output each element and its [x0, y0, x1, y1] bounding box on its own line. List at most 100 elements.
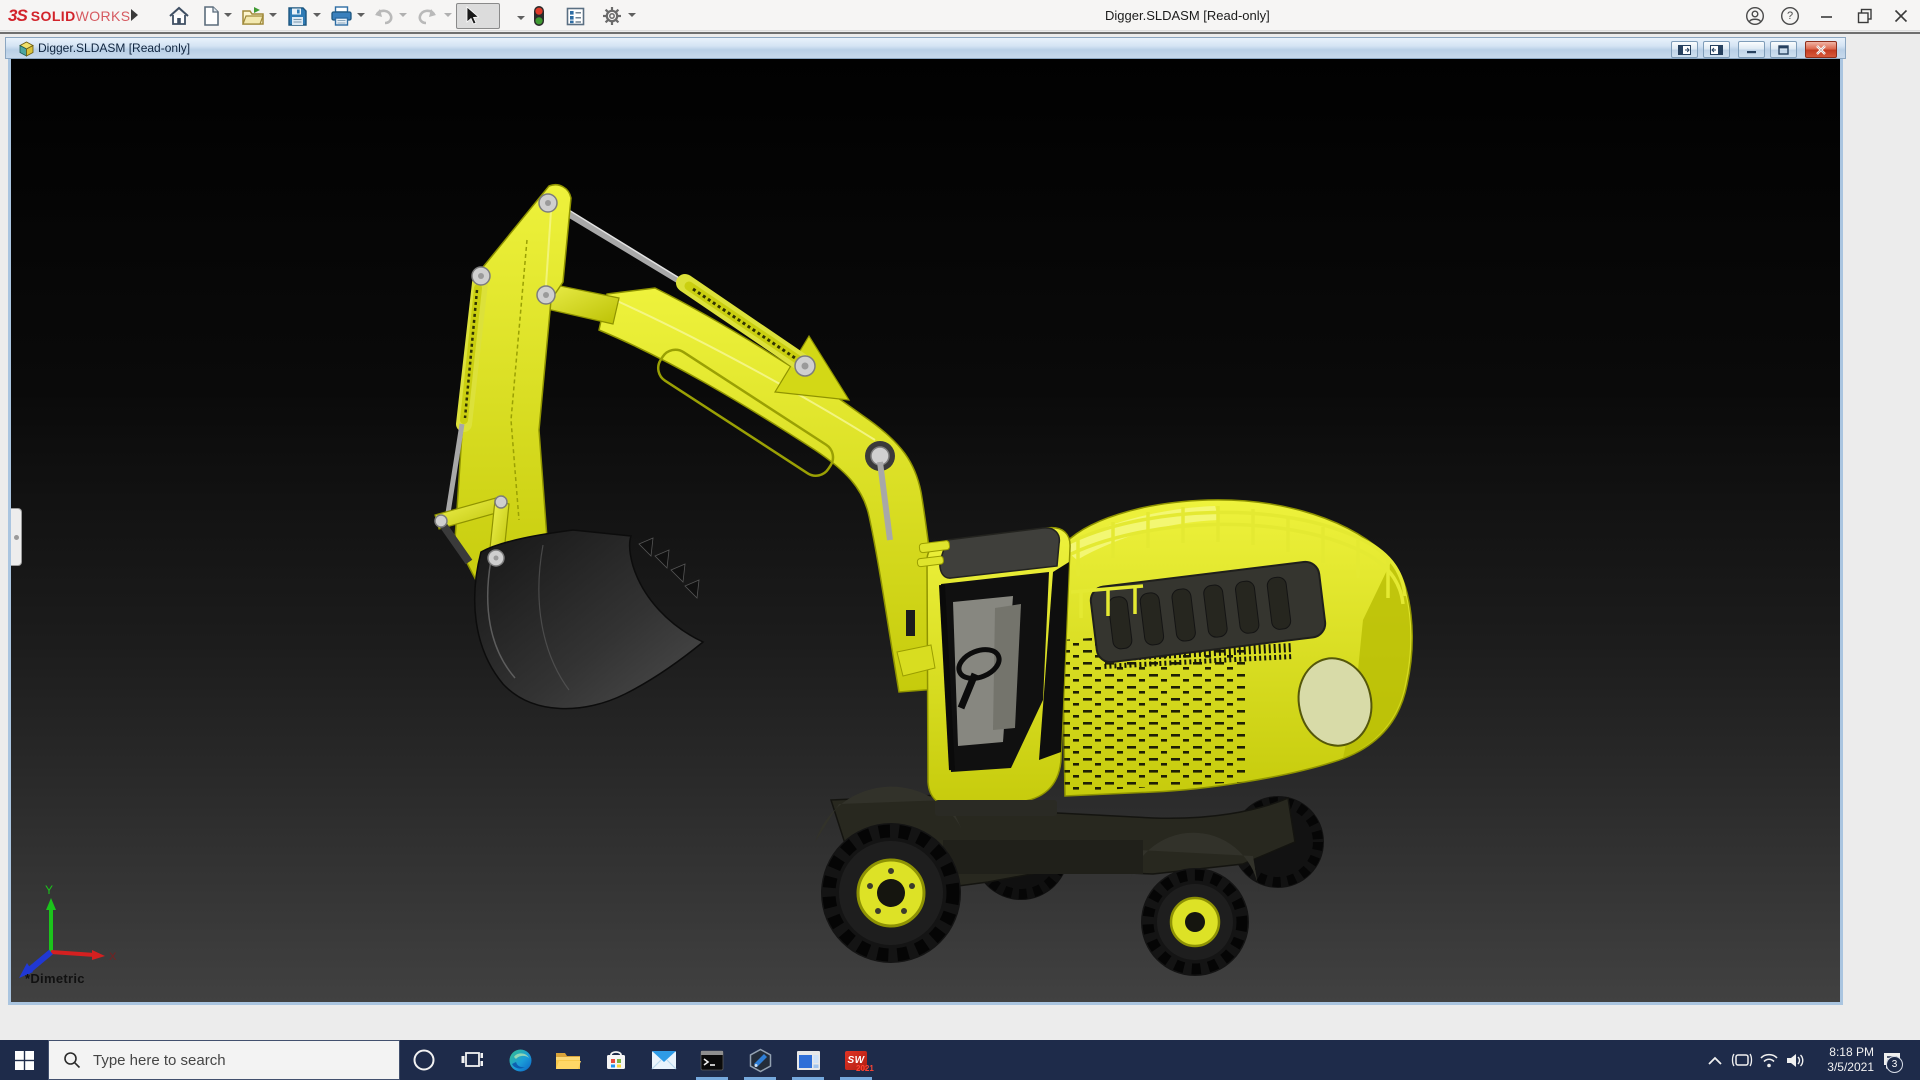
taskbar-item-3dexperience[interactable] — [736, 1040, 784, 1080]
meet-now-icon — [1731, 1053, 1753, 1067]
taskbar-item-solidworks[interactable]: SW 2021 — [832, 1040, 880, 1080]
hexagon-app-icon — [749, 1048, 771, 1072]
account-button[interactable] — [1742, 4, 1768, 28]
select-dropdown-caret[interactable] — [517, 16, 525, 20]
print-button[interactable] — [328, 3, 354, 29]
orientation-triad: Y X — [19, 883, 117, 978]
select-cursor-icon — [466, 6, 480, 25]
ds-logo-icon: 3S — [8, 6, 28, 25]
doc-restore-icon — [1778, 44, 1789, 55]
graphics-viewport[interactable]: Y X *Dimetric — [8, 59, 1843, 1005]
hydraulic-rod-upper — [553, 203, 693, 291]
close-icon — [1894, 9, 1908, 23]
taskbar-item-edge[interactable] — [496, 1040, 544, 1080]
taskbar-search[interactable] — [48, 1040, 400, 1080]
doc-close-button[interactable] — [1805, 41, 1837, 58]
new-document-icon — [204, 6, 219, 26]
undo-button[interactable] — [370, 3, 396, 29]
close-button[interactable] — [1888, 4, 1914, 28]
save-icon — [287, 6, 307, 26]
pane-left-icon — [1678, 44, 1691, 55]
solidworks-logo: 3S SOLID WORKS — [8, 5, 130, 27]
doc-minimize-button[interactable] — [1738, 41, 1765, 58]
window-app-icon — [796, 1050, 820, 1070]
select-tool-button[interactable] — [456, 3, 525, 29]
taskbar-item-cortana[interactable] — [400, 1040, 448, 1080]
open-button[interactable] — [240, 3, 266, 29]
brand-works: WORKS — [75, 8, 131, 24]
search-input[interactable] — [93, 1051, 373, 1069]
options-button[interactable] — [599, 3, 625, 29]
file-properties-button[interactable] — [562, 3, 588, 29]
titlebar-separator — [0, 32, 1920, 34]
doc-restore-button[interactable] — [1770, 41, 1797, 58]
new-document-dropdown-caret[interactable] — [224, 13, 232, 17]
help-glyph: ? — [1786, 10, 1794, 22]
document-titlebar[interactable]: Digger.SLDASM [Read-only] — [5, 37, 1846, 59]
upper-body[interactable] — [1060, 499, 1413, 797]
rebuild-stoplight-icon — [534, 6, 544, 26]
taskbar-item-remote-app[interactable] — [784, 1040, 832, 1080]
chevron-up-icon — [1708, 1056, 1722, 1065]
save-button[interactable] — [284, 3, 310, 29]
home-button[interactable] — [166, 3, 192, 29]
file-properties-icon — [566, 7, 584, 25]
triad-y-label: Y — [45, 883, 53, 897]
task-view-icon — [461, 1052, 483, 1067]
open-folder-icon — [242, 7, 264, 25]
tray-date: 3/5/2021 — [1827, 1060, 1874, 1074]
cortana-icon — [413, 1049, 435, 1071]
wheel-rear-right[interactable] — [1141, 868, 1249, 976]
microsoft-store-icon — [607, 1051, 625, 1069]
doc-pane-right-button[interactable] — [1703, 41, 1730, 58]
taskbar-clock[interactable]: 8:18 PM 3/5/2021 — [1800, 1045, 1874, 1075]
bucket[interactable] — [474, 529, 705, 710]
view-orientation-label: *Dimetric — [25, 971, 85, 986]
taskbar-item-file-explorer[interactable] — [544, 1040, 592, 1080]
minimize-icon — [1821, 16, 1832, 18]
rebuild-button[interactable] — [526, 3, 552, 29]
gear-icon — [603, 7, 621, 25]
taskbar-item-command-prompt[interactable] — [688, 1040, 736, 1080]
undo-dropdown-caret[interactable] — [399, 13, 407, 17]
taskbar-item-task-view[interactable] — [448, 1040, 496, 1080]
minimize-button[interactable] — [1814, 4, 1840, 28]
home-icon — [169, 6, 189, 25]
wifi-icon — [1760, 1053, 1778, 1068]
redo-button[interactable] — [415, 3, 441, 29]
document-title: Digger.SLDASM [Read-only] — [38, 41, 191, 55]
redo-dropdown-caret[interactable] — [444, 13, 452, 17]
edge-icon — [509, 1049, 531, 1071]
wifi-button[interactable] — [1756, 1040, 1782, 1080]
app-titlebar: 3S SOLID WORKS Digger.SLDASM [Read-only]… — [0, 0, 1920, 31]
windows-logo-icon — [14, 1050, 34, 1070]
feature-pane-tab[interactable] — [11, 508, 22, 566]
meet-now-button[interactable] — [1728, 1040, 1756, 1080]
save-dropdown-caret[interactable] — [313, 13, 321, 17]
undo-icon — [375, 9, 393, 25]
document-window: Digger.SLDASM [Read-only] Y X *Dimetric — [5, 37, 1846, 1008]
hidden-icons-button[interactable] — [1702, 1040, 1728, 1080]
new-document-button[interactable] — [198, 3, 224, 29]
options-dropdown-caret[interactable] — [628, 13, 636, 17]
account-icon — [1745, 6, 1765, 26]
notification-badge: 3 — [1886, 1056, 1903, 1073]
wheel-front-left[interactable] — [821, 823, 961, 963]
solidworks-year-label: 2021 — [856, 1064, 874, 1073]
bucket-teeth — [638, 537, 700, 599]
restore-button[interactable] — [1852, 4, 1878, 28]
taskbar-item-mail[interactable] — [640, 1040, 688, 1080]
mail-icon — [651, 1051, 677, 1070]
taskbar-item-microsoft-store[interactable] — [592, 1040, 640, 1080]
open-dropdown-caret[interactable] — [269, 13, 277, 17]
print-dropdown-caret[interactable] — [357, 13, 365, 17]
start-button[interactable] — [0, 1040, 48, 1080]
assembly-cube-icon — [19, 41, 34, 57]
pane-right-icon — [1710, 44, 1723, 55]
help-button[interactable]: ? — [1777, 4, 1803, 28]
menu-flyout-arrow-icon[interactable] — [131, 9, 138, 21]
restore-icon — [1857, 8, 1872, 24]
pane-tab-grip-icon — [14, 535, 19, 540]
doc-pane-left-button[interactable] — [1671, 41, 1698, 58]
doc-minimize-icon — [1747, 51, 1756, 54]
